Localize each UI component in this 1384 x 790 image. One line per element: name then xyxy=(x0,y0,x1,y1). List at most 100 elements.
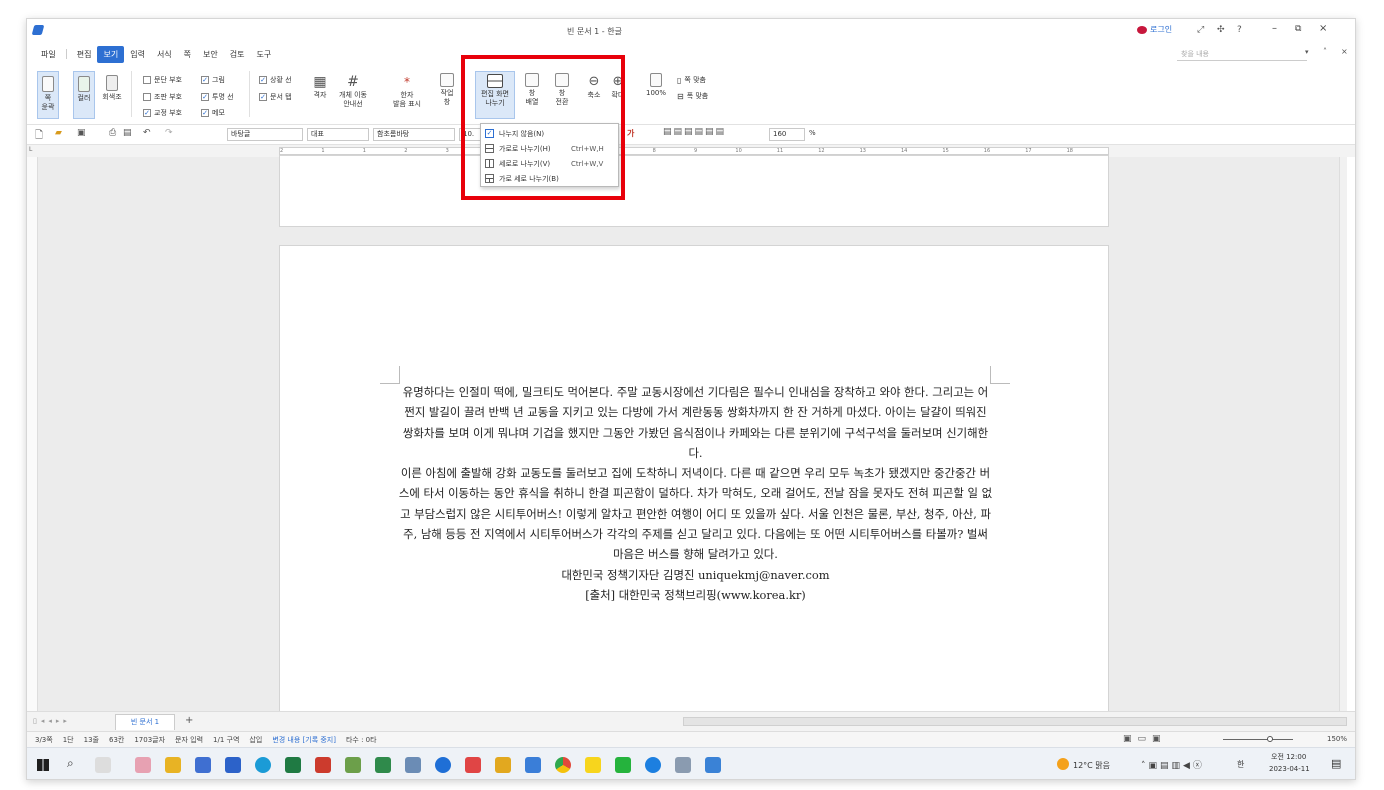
app-icon-1[interactable] xyxy=(135,757,151,773)
document-body[interactable]: 유명하다는 인절미 떡에, 밀크티도 먹어본다. 주말 교동시장에선 기다림은 … xyxy=(398,382,993,605)
clock-time[interactable]: 오전 12:00 xyxy=(1271,752,1306,762)
save-icon[interactable]: ▣ xyxy=(77,128,86,138)
zoom-input[interactable]: 160 xyxy=(769,128,805,141)
vertical-scrollbar[interactable] xyxy=(1339,157,1347,711)
current-page[interactable]: 유명하다는 인절미 떡에, 밀크티도 먹어본다. 주말 교동시장에선 기다림은 … xyxy=(279,245,1109,715)
menu-view[interactable]: 보기 xyxy=(97,45,125,63)
view-color-button[interactable]: 컬러 xyxy=(73,71,95,119)
horizontal-ruler[interactable]: 21123456789101112131415161718 xyxy=(279,147,1109,155)
app-icon-10[interactable] xyxy=(465,757,481,773)
app-icon-5[interactable] xyxy=(315,757,331,773)
clock-date[interactable]: 2023-04-11 xyxy=(1269,765,1310,773)
chrome-icon[interactable] xyxy=(555,757,571,773)
help-button[interactable]: ? xyxy=(1237,25,1242,35)
app-icon-2[interactable] xyxy=(165,757,181,773)
hanja-label2: 발음 표시 xyxy=(393,100,421,108)
checkbox-label: 문서 탭 xyxy=(270,93,292,101)
restore-button[interactable]: ⧉ xyxy=(1295,24,1301,34)
fit-page-button[interactable]: ⊟ 폭 맞춤 xyxy=(677,91,708,101)
app-icon-12[interactable] xyxy=(525,757,541,773)
excel-icon[interactable] xyxy=(285,757,301,773)
view-mode-icons[interactable]: ▣▭▣ xyxy=(1123,734,1167,744)
pin-icon[interactable]: ✣ xyxy=(1217,25,1225,35)
close-button[interactable]: × xyxy=(1319,23,1327,34)
fit-width-button[interactable]: ▯ 쪽 맞춤 xyxy=(677,75,706,85)
menu-format[interactable]: 서식 xyxy=(151,49,178,60)
object-move-guide-button[interactable]: # 개체 이동 안내선 xyxy=(333,73,373,109)
login-button[interactable]: 로그인 xyxy=(1137,24,1172,35)
font-select[interactable]: 함초롬바탕 xyxy=(373,128,455,141)
checkbox-box: ✓ xyxy=(201,93,209,101)
checkbox-doc-tab[interactable]: ✓ 문서 탭 xyxy=(259,92,292,102)
tab-nav-icon[interactable]: ▯◂◂▸▸ xyxy=(33,717,71,725)
app-icon-14[interactable] xyxy=(675,757,691,773)
start-icon[interactable] xyxy=(37,759,49,771)
search-options-icon[interactable]: ▾ xyxy=(1305,48,1309,56)
add-tab-button[interactable]: + xyxy=(185,715,193,726)
app-icon-3[interactable] xyxy=(195,757,211,773)
redo-icon[interactable]: ↷ xyxy=(165,128,173,138)
notification-icon[interactable]: ▤ xyxy=(1331,757,1341,770)
line-icon[interactable] xyxy=(615,757,631,773)
align-buttons-icon[interactable]: ▤▤▤▤▤▤ xyxy=(663,127,726,137)
zoom-slider-thumb[interactable] xyxy=(1267,736,1273,742)
menu-edit[interactable]: 편집 xyxy=(71,49,98,60)
ime-indicator[interactable]: 한 xyxy=(1237,759,1244,770)
search-icon[interactable]: ⌕ xyxy=(67,756,74,771)
margin-mark-left xyxy=(380,366,400,384)
checkbox-memo[interactable]: ✓ 메모 xyxy=(201,108,225,118)
checkbox-picture[interactable]: ✓ 그림 xyxy=(201,75,225,85)
task-view-icon[interactable] xyxy=(95,757,111,773)
doc-tab-active[interactable]: 빈 문서 1 xyxy=(115,714,175,730)
language-select[interactable]: 대표 xyxy=(307,128,369,141)
app-icon-13[interactable] xyxy=(645,757,661,773)
app-icon-11[interactable] xyxy=(495,757,511,773)
kakaotalk-icon[interactable] xyxy=(585,757,601,773)
hwp-taskbar-icon[interactable] xyxy=(705,757,721,773)
view-gray-button[interactable]: 회색조 xyxy=(99,71,125,119)
app-icon-4[interactable] xyxy=(225,757,241,773)
search-input[interactable]: 찾을 내용 xyxy=(1177,47,1307,61)
menu-review[interactable]: 검토 xyxy=(224,49,251,60)
fit-width-label: 쪽 맞춤 xyxy=(684,76,706,84)
app-icon-7[interactable] xyxy=(375,757,391,773)
ruler-tick-label: 11 xyxy=(776,148,784,154)
app-icon-6[interactable] xyxy=(345,757,361,773)
checkbox-status-line[interactable]: ✓ 상황 선 xyxy=(259,75,292,85)
doc-close-icon[interactable]: × xyxy=(1341,47,1348,56)
tray-icons[interactable]: ˄▣▤▥◀ⓧ xyxy=(1141,758,1205,771)
vertical-ruler[interactable] xyxy=(27,157,38,711)
menu-page[interactable]: 쪽 xyxy=(178,49,197,60)
workspace-button[interactable]: 작업 창 xyxy=(435,73,459,107)
zoom-100-button[interactable]: 100% xyxy=(643,73,669,98)
edge-icon[interactable] xyxy=(255,757,271,773)
style-select[interactable]: 바탕글 xyxy=(227,128,303,141)
ribbon-collapse-icon[interactable]: ˄ xyxy=(1323,47,1327,56)
print-icon[interactable]: ⎙ xyxy=(109,128,116,138)
view-page-button[interactable]: 쪽 윤곽 xyxy=(37,71,59,119)
minimize-button[interactable]: – xyxy=(1272,23,1277,34)
window-title: 빈 문서 1 - 한글 xyxy=(567,27,622,36)
preview-icon[interactable]: ▤ xyxy=(123,128,132,138)
expand-icon[interactable]: ⤢ xyxy=(1197,25,1204,35)
menu-security[interactable]: 보안 xyxy=(197,49,224,60)
open-icon[interactable]: ▰ xyxy=(55,128,62,138)
grid-button[interactable]: ▦ 격자 xyxy=(309,73,331,100)
font-color-icon[interactable]: 가 xyxy=(627,128,634,139)
zoom-slider[interactable] xyxy=(1223,739,1293,740)
app-icon-8[interactable] xyxy=(405,757,421,773)
new-doc-icon[interactable]: 🗋 xyxy=(35,128,43,145)
menu-insert[interactable]: 입력 xyxy=(124,49,151,60)
app-icon-9[interactable] xyxy=(435,757,451,773)
checkbox-paragraph-mark[interactable]: 문단 부호 xyxy=(143,75,182,85)
checkbox-control-mark[interactable]: 조판 부호 xyxy=(143,92,182,102)
undo-icon[interactable]: ↶ xyxy=(143,128,151,138)
menu-tools[interactable]: 도구 xyxy=(251,49,278,60)
guide-grid-icon: # xyxy=(347,74,359,90)
weather-text[interactable]: 12°C 맑음 xyxy=(1073,760,1110,771)
checkbox-transparent-line[interactable]: ✓ 투명 선 xyxy=(201,92,234,102)
menu-file[interactable]: 파일 xyxy=(35,49,62,60)
checkbox-proof-mark[interactable]: ✓ 교정 부호 xyxy=(143,108,182,118)
hanja-pronunciation-button[interactable]: * 한자 발음 표시 xyxy=(387,73,427,109)
horizontal-scrollbar[interactable] xyxy=(683,717,1347,726)
